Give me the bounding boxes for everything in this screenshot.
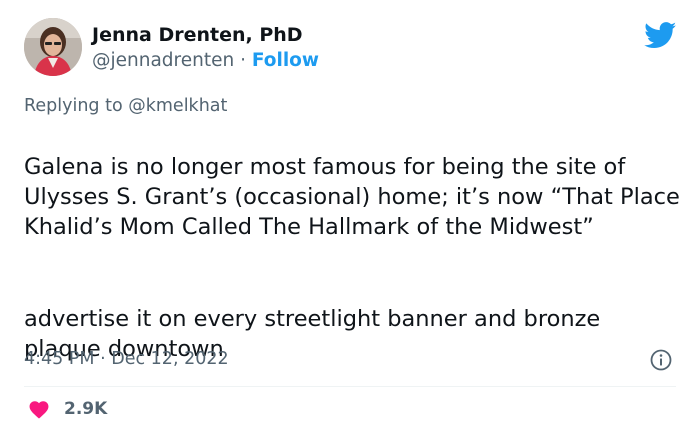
author-handle[interactable]: @jennadrenten xyxy=(92,50,234,71)
like-count: 2.9K xyxy=(64,399,108,419)
tweet-card: Jenna Drenten, PhD @jennadrenten · Follo… xyxy=(0,0,700,441)
twitter-bird-icon[interactable] xyxy=(644,22,677,49)
divider xyxy=(24,386,676,387)
info-icon[interactable] xyxy=(650,349,672,371)
handle-separator: · xyxy=(240,50,246,71)
author-name[interactable]: Jenna Drenten, PhD xyxy=(92,24,303,46)
follow-button[interactable]: Follow xyxy=(252,50,319,71)
tweet-paragraph-1: Galena is no longer most famous for bein… xyxy=(24,154,680,240)
heart-icon xyxy=(29,401,49,419)
replying-to-label: Replying to xyxy=(24,96,123,116)
like-button[interactable]: 2.9K xyxy=(28,398,107,420)
tweet-time: 4:45 PM xyxy=(24,349,95,369)
timestamp-separator: · xyxy=(100,349,106,369)
tweet-date: Dec 12, 2022 xyxy=(111,349,229,369)
author-handle-line: @jennadrenten · Follow xyxy=(92,50,319,71)
timestamp-link[interactable]: 4:45 PM · Dec 12, 2022 xyxy=(24,349,229,369)
avatar[interactable] xyxy=(24,18,82,76)
replying-to: Replying to @kmelkhat xyxy=(24,96,227,116)
reply-handle-link[interactable]: @kmelkhat xyxy=(128,96,227,116)
